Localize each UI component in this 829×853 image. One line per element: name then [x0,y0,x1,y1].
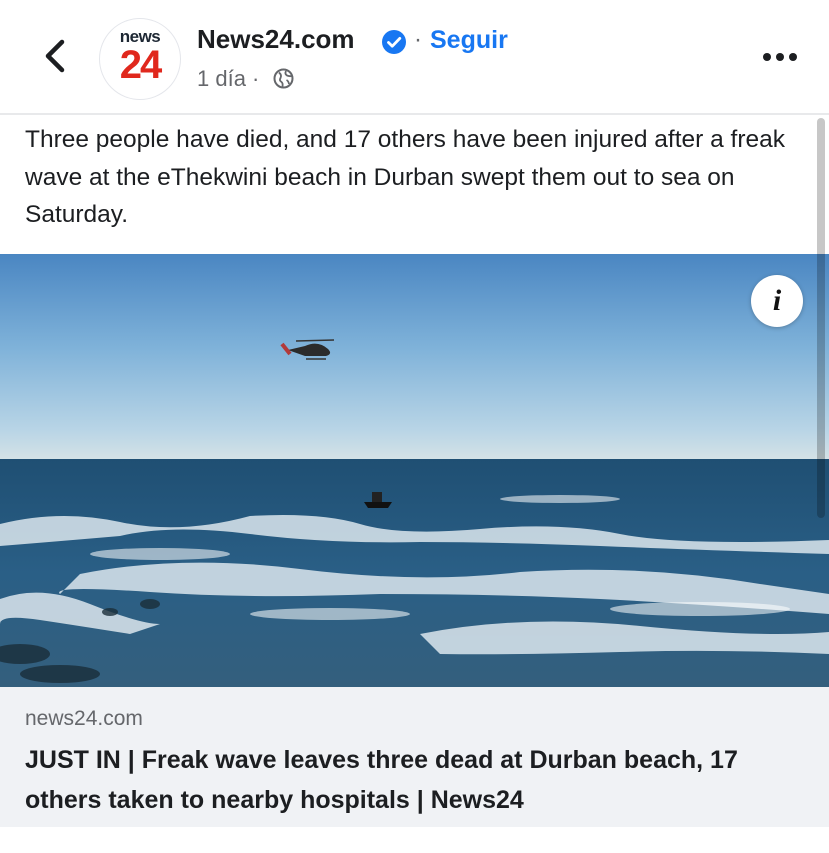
info-icon: i [772,284,782,317]
post-timestamp[interactable]: 1 día · [197,66,259,92]
avatar[interactable]: news 24 [99,18,181,100]
separator-dot: · [414,26,422,53]
avatar-logo-number: 24 [119,43,163,87]
more-options-icon[interactable] [758,42,802,72]
post-photo[interactable] [0,254,829,687]
page-name[interactable]: News24.com [197,24,355,55]
post-header: news 24 News24.com · Seguir 1 día · [0,0,829,113]
link-title: JUST IN | Freak wave leaves three dead a… [25,746,738,814]
link-preview-card[interactable]: news24.com JUST IN | Freak wave leaves t… [0,687,829,827]
follow-button[interactable]: Seguir [430,26,508,55]
scrollbar[interactable] [817,118,825,518]
globe-icon [273,68,294,89]
header-divider [0,113,829,115]
post-text: Three people have died, and 17 others ha… [25,126,786,228]
info-button[interactable]: i [751,275,803,327]
verified-badge-icon [382,30,406,54]
link-domain: news24.com [25,707,143,730]
back-button[interactable] [38,34,74,78]
sea-photo-image [0,254,829,687]
chevron-left-icon [45,39,65,73]
